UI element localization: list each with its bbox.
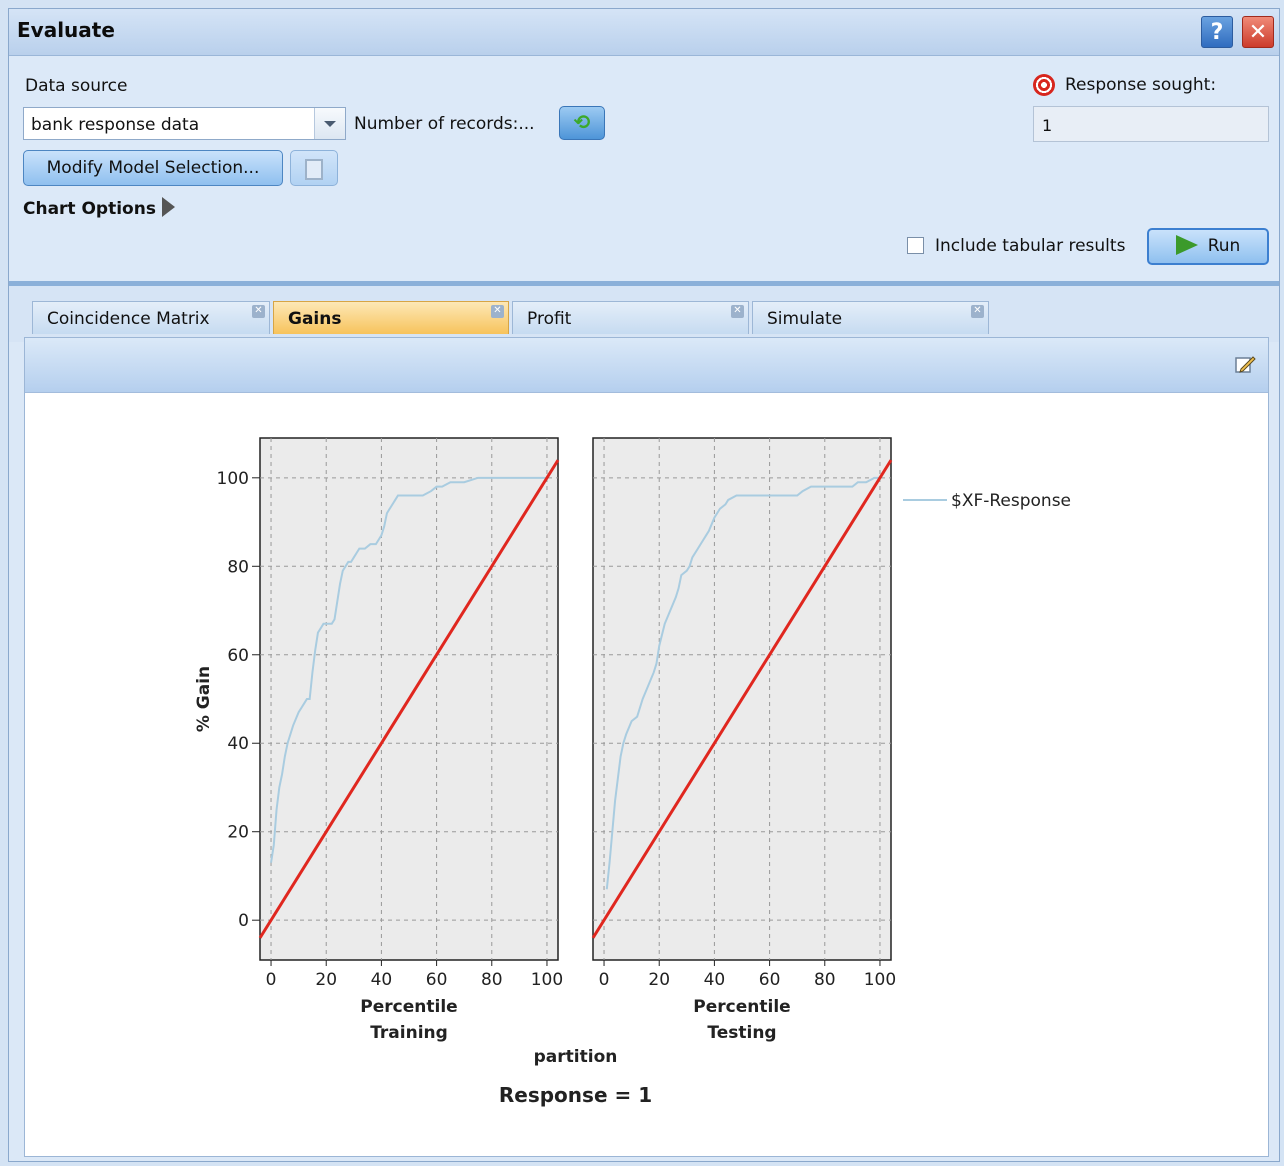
tab-label: Profit xyxy=(527,309,572,329)
x-tick-label: 20 xyxy=(648,970,670,990)
evaluate-window: Evaluate ? ✕ Data source bank response d… xyxy=(8,8,1280,1162)
x-tick-label: 60 xyxy=(759,970,781,990)
x-tick-label: 0 xyxy=(599,970,610,990)
chart-toolbar xyxy=(25,338,1268,393)
panel-label: Training xyxy=(370,1023,448,1043)
expand-arrow-icon xyxy=(161,197,175,217)
run-button[interactable]: Run xyxy=(1147,228,1269,265)
data-source-value: bank response data xyxy=(31,115,200,135)
tab-close-icon[interactable]: ✕ xyxy=(491,305,504,318)
edit-icon[interactable] xyxy=(1234,354,1256,376)
x-tick-label: 100 xyxy=(864,970,896,990)
tab-coincidence-matrix[interactable]: Coincidence Matrix ✕ xyxy=(32,301,270,334)
x-tick-label: 40 xyxy=(371,970,393,990)
y-tick-label: 100 xyxy=(217,469,249,489)
number-of-records-label: Number of records:... xyxy=(354,114,535,134)
response-sought-field[interactable]: 1 xyxy=(1033,106,1269,142)
chart-options-label: Chart Options xyxy=(23,199,156,219)
window-title: Evaluate xyxy=(17,18,115,42)
x-tick-label: 40 xyxy=(704,970,726,990)
chart-title: Response = 1 xyxy=(499,1083,652,1107)
legend-entry: $XF-Response xyxy=(951,491,1071,511)
tab-simulate[interactable]: Simulate ✕ xyxy=(752,301,989,334)
data-source-dropdown[interactable]: bank response data xyxy=(23,107,346,140)
x-tick-label: 0 xyxy=(266,970,277,990)
tab-close-icon[interactable]: ✕ xyxy=(971,305,984,318)
tab-label: Coincidence Matrix xyxy=(47,309,210,329)
copy-icon[interactable] xyxy=(290,150,338,186)
x-tick-label: 20 xyxy=(315,970,337,990)
tab-gains[interactable]: Gains ✕ xyxy=(273,301,509,334)
tab-label: Gains xyxy=(288,309,342,329)
y-tick-label: 20 xyxy=(227,823,249,843)
x-tick-label: 80 xyxy=(814,970,836,990)
modify-model-selection-button[interactable]: Modify Model Selection... xyxy=(23,150,283,186)
target-icon xyxy=(1033,74,1055,96)
tab-close-icon[interactable]: ✕ xyxy=(252,305,265,318)
response-sought-label: Response sought: xyxy=(1065,75,1217,95)
x-axis-label: Percentile xyxy=(360,997,457,1017)
tab-bar: Coincidence Matrix ✕ Gains ✕ Profit ✕ Si… xyxy=(9,286,1279,342)
panel-label: Testing xyxy=(707,1023,776,1043)
tab-close-icon[interactable]: ✕ xyxy=(731,305,744,318)
group-axis-label: partition xyxy=(534,1047,618,1067)
y-tick-label: 0 xyxy=(238,911,249,931)
gains-chart-panel: 0 20 40 60 80 100 0 20 40 60 80 100 Percentile Traini… xyxy=(24,337,1269,1157)
tab-label: Simulate xyxy=(767,309,843,329)
play-icon xyxy=(1175,235,1198,255)
y-axis-label: % Gain xyxy=(194,666,214,732)
x-tick-label: 60 xyxy=(426,970,448,990)
help-icon[interactable]: ? xyxy=(1201,16,1233,48)
y-tick-label: 60 xyxy=(227,646,249,666)
include-tabular-label: Include tabular results xyxy=(935,236,1126,256)
chart-options-toggle[interactable]: Chart Options xyxy=(23,197,175,219)
x-tick-label: 100 xyxy=(531,970,563,990)
x-axis-label: Percentile xyxy=(693,997,790,1017)
gains-chart: 0 20 40 60 80 100 0 20 40 60 80 100 Percentile Traini… xyxy=(194,437,1071,1107)
refresh-icon[interactable]: ⟲ xyxy=(559,106,605,140)
y-tick-label: 80 xyxy=(227,557,249,577)
settings-panel: Data source bank response data Number of… xyxy=(9,56,1279,281)
x-tick-label: 80 xyxy=(481,970,503,990)
dropdown-arrow-icon[interactable] xyxy=(314,108,345,139)
tab-profit[interactable]: Profit ✕ xyxy=(512,301,749,334)
title-bar: Evaluate ? ✕ xyxy=(9,9,1279,56)
include-tabular-checkbox[interactable] xyxy=(907,237,924,254)
y-tick-label: 40 xyxy=(227,734,249,754)
close-icon[interactable]: ✕ xyxy=(1242,16,1274,48)
run-label: Run xyxy=(1207,236,1241,256)
data-source-label: Data source xyxy=(25,76,128,96)
